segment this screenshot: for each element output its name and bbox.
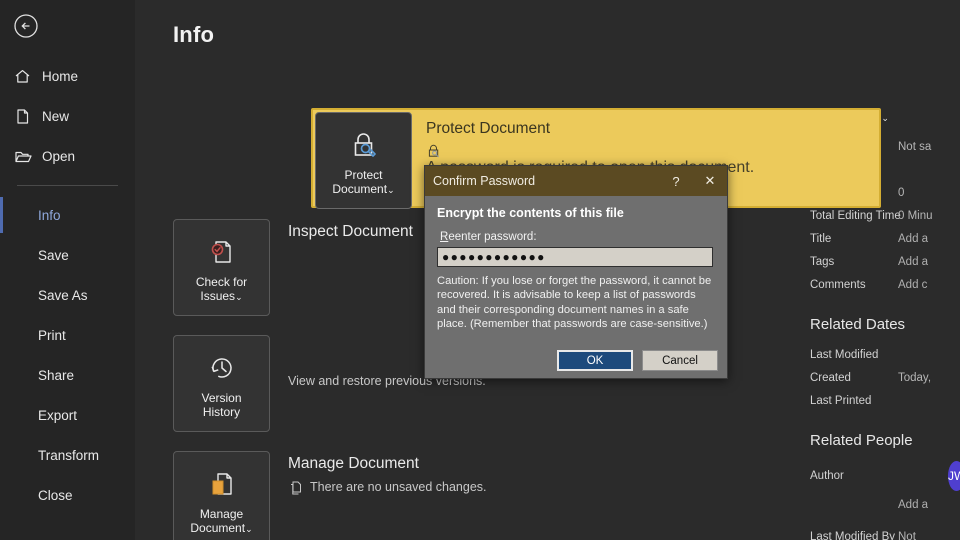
- property-key: Last Modified By: [810, 530, 896, 540]
- dialog-caution-text: Caution: If you lose or forget the passw…: [437, 275, 712, 330]
- version-history-label: Version History: [201, 391, 242, 419]
- sidebar-item-transform[interactable]: Transform: [0, 435, 135, 475]
- lock-small-icon: [426, 143, 754, 159]
- property-value: 0: [898, 186, 905, 199]
- ok-button[interactable]: OK: [557, 350, 633, 371]
- property-row-comments: Comments Add c: [810, 273, 960, 296]
- sidebar-item-print[interactable]: Print: [0, 315, 135, 355]
- sidebar-item-label: Close: [38, 487, 73, 503]
- date-row-last-modified: Last Modified: [810, 343, 960, 366]
- version-history-clock-icon: [205, 348, 239, 388]
- reenter-password-label: Reenter password:: [440, 231, 537, 243]
- avatar[interactable]: JW: [948, 461, 960, 491]
- sidebar-item-label: Save: [38, 247, 69, 263]
- sidebar-item-export[interactable]: Export: [0, 395, 135, 435]
- sidebar-item-open[interactable]: Open: [0, 136, 135, 176]
- inspect-document-icon: [205, 232, 239, 272]
- sidebar-item-label: Open: [42, 148, 76, 164]
- unsaved-changes-icon: [288, 479, 310, 495]
- property-key: Comments: [810, 278, 866, 291]
- manage-document-section: Manage Document⌄ Manage Document There a…: [173, 451, 833, 540]
- manage-document-heading: Manage Document: [288, 455, 419, 472]
- property-value[interactable]: Add c: [898, 279, 927, 291]
- related-dates-header: Related Dates: [810, 316, 906, 333]
- date-row-last-printed: Last Printed: [810, 389, 960, 412]
- reenter-password-input[interactable]: ●●●●●●●●●●●●: [437, 247, 713, 267]
- sidebar-item-share[interactable]: Share: [0, 355, 135, 395]
- property-value: Not sa: [898, 140, 932, 153]
- word-backstage-info-screen: Home New Open Info Save Save As Print Sh…: [0, 0, 960, 540]
- sidebar-item-save-as[interactable]: Save As: [0, 275, 135, 315]
- open-folder-icon: [14, 148, 38, 165]
- sidebar-item-label: Print: [38, 327, 66, 343]
- home-icon: [14, 68, 38, 85]
- add-author-row: Add a: [810, 493, 960, 516]
- sidebar-item-label: Home: [42, 68, 79, 84]
- property-value: Today,: [898, 371, 932, 384]
- sidebar-item-info[interactable]: Info: [0, 195, 135, 235]
- sidebar-item-close[interactable]: Close: [0, 475, 135, 515]
- protect-document-heading: Protect Document: [426, 120, 551, 137]
- dialog-title-bar[interactable]: Confirm Password ? ✕: [425, 166, 727, 196]
- related-people-header: Related People: [810, 432, 913, 449]
- sidebar-item-label: Save As: [38, 287, 88, 303]
- manage-document-icon: [205, 464, 239, 504]
- property-key: Author: [810, 470, 844, 482]
- close-icon[interactable]: ✕: [693, 166, 727, 196]
- help-icon[interactable]: ?: [659, 166, 693, 196]
- cancel-button[interactable]: Cancel: [642, 350, 718, 371]
- last-modified-by-row: Last Modified By Not: [810, 525, 960, 540]
- property-key: Tags: [810, 255, 835, 268]
- date-row-created: Created Today,: [810, 366, 960, 389]
- sidebar-item-home[interactable]: Home: [0, 56, 135, 96]
- manage-document-status-line: There are no unsaved changes.: [288, 479, 833, 496]
- protect-document-button[interactable]: Protect Document⌄: [315, 112, 412, 209]
- page-title: Info: [173, 22, 215, 47]
- property-key: Total Editing Time: [810, 209, 901, 222]
- property-key: Title: [810, 232, 832, 245]
- backstage-sidebar: Home New Open Info Save Save As Print Sh…: [0, 0, 135, 540]
- manage-document-status: There are no unsaved changes.: [310, 480, 487, 494]
- property-row-title: Title Add a: [810, 227, 960, 250]
- sidebar-item-label: Export: [38, 407, 78, 423]
- protect-document-label: Protect Document⌄: [332, 167, 395, 196]
- dialog-actions: OK Cancel: [557, 350, 718, 371]
- sidebar-item-new[interactable]: New: [0, 96, 135, 136]
- property-value: Not: [898, 530, 916, 540]
- manage-document-description: Manage Document There are no unsaved cha…: [288, 451, 833, 540]
- sidebar-divider: [17, 185, 118, 186]
- new-document-icon: [14, 108, 38, 125]
- property-value[interactable]: Add a: [898, 256, 928, 268]
- dialog-title-buttons: ? ✕: [659, 166, 727, 196]
- add-author-link[interactable]: Add a: [898, 499, 928, 511]
- confirm-password-dialog: Confirm Password ? ✕ Encrypt the content…: [424, 165, 728, 379]
- sidebar-item-label: Transform: [38, 447, 100, 463]
- check-for-issues-button[interactable]: Check for Issues⌄: [173, 219, 270, 316]
- dialog-body: Encrypt the contents of this file Reente…: [425, 196, 727, 380]
- sidebar-item-label: Info: [38, 207, 61, 223]
- property-row-tags: Tags Add a: [810, 250, 960, 273]
- property-key: Created: [810, 371, 851, 384]
- author-row: Author JW: [810, 459, 960, 493]
- lock-key-icon: [347, 125, 381, 165]
- dialog-title: Confirm Password: [433, 174, 536, 188]
- sidebar-item-label: Share: [38, 367, 75, 383]
- back-button[interactable]: [11, 11, 41, 41]
- dialog-header-text: Encrypt the contents of this file: [437, 206, 624, 220]
- property-key: Last Printed: [810, 394, 872, 407]
- property-value: 0 Minu: [898, 209, 933, 222]
- property-key: Last Modified: [810, 348, 879, 361]
- sidebar-item-save[interactable]: Save: [0, 235, 135, 275]
- manage-document-label: Manage Document⌄: [190, 506, 253, 535]
- version-history-button[interactable]: Version History: [173, 335, 270, 432]
- manage-document-button[interactable]: Manage Document⌄: [173, 451, 270, 540]
- check-for-issues-label: Check for Issues⌄: [195, 274, 248, 303]
- info-main-pane: Info Protect Document⌄ Protect Document …: [135, 0, 960, 540]
- sidebar-item-label: New: [42, 108, 70, 124]
- back-arrow-icon: [14, 14, 38, 38]
- property-value[interactable]: Add a: [898, 233, 928, 245]
